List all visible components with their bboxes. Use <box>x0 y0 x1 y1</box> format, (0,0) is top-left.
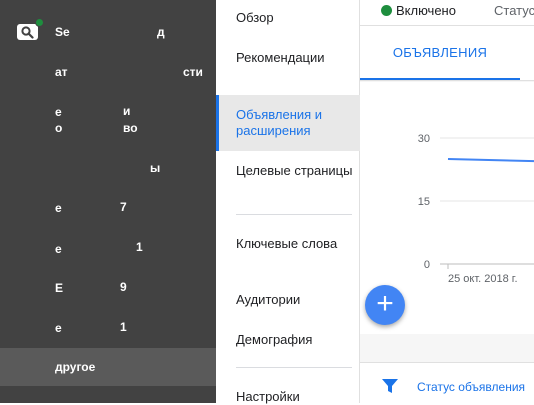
account-item-text: сти <box>183 65 203 79</box>
search-button[interactable] <box>17 18 44 41</box>
account-item-text: Se <box>55 25 70 39</box>
campaign-status-bar: Включено Статус <box>360 0 534 26</box>
tab-ads[interactable]: ОБЪЯВЛЕНИЯ <box>360 26 520 80</box>
line-chart: 30 15 0 25 окт. 2018 г. <box>418 133 534 285</box>
x-tick-label: 25 окт. 2018 г. <box>448 273 518 285</box>
y-tick-label: 0 <box>424 259 430 271</box>
filter-bar: Статус объявления <box>360 362 534 404</box>
account-item-text: е <box>55 242 62 256</box>
series-line <box>447 158 534 163</box>
nav-item-ads-extensions[interactable]: Объявления и расширения <box>216 95 360 151</box>
nav-divider <box>236 214 352 215</box>
page-menu: Обзор Рекомендации Объявления и расширен… <box>216 0 360 404</box>
nav-item-audiences[interactable]: Аудитории <box>216 292 360 308</box>
account-item-selected[interactable]: другое <box>0 348 216 386</box>
account-item-text: 1 <box>136 240 143 254</box>
nav-item-overview[interactable]: Обзор <box>216 10 360 26</box>
tabs-bar: ОБЪЯВЛЕНИЯ <box>360 26 534 81</box>
y-tick-label: 30 <box>418 133 430 145</box>
account-item-text: 7 <box>120 200 127 214</box>
account-item-text: ат <box>55 65 68 79</box>
y-tick-label: 15 <box>418 196 430 208</box>
status-enabled-label[interactable]: Включено <box>396 3 456 18</box>
account-item-text: и <box>123 104 131 118</box>
account-item-text: е <box>55 321 62 335</box>
account-item-text: е <box>55 201 62 215</box>
nav-item-landing-pages[interactable]: Целевые страницы <box>216 163 360 179</box>
nav-item-demographics[interactable]: Демография <box>216 332 360 348</box>
add-button[interactable]: + <box>365 285 405 325</box>
status-type-label: Статус <box>494 3 534 18</box>
tab-active-indicator <box>360 78 520 80</box>
account-item-text: д <box>157 25 165 39</box>
nav-divider <box>236 367 352 368</box>
account-item-text: во <box>123 121 138 135</box>
account-item-text: 1 <box>120 320 127 334</box>
filter-status-chip[interactable]: Статус объявления <box>417 380 525 394</box>
add-icon: + <box>376 287 394 320</box>
filter-icon[interactable] <box>382 379 398 393</box>
account-item-text: ы <box>150 161 161 175</box>
nav-item-recommendations[interactable]: Рекомендации <box>216 50 360 66</box>
account-item-text: о <box>55 121 63 135</box>
search-icon <box>21 26 34 39</box>
tab-ads-label: ОБЪЯВЛЕНИЯ <box>392 45 488 60</box>
enabled-status-dot <box>381 5 392 16</box>
account-item-text: е <box>55 105 62 119</box>
account-side-panel: Se д ат сти и е о во ы е 7 е 1 Е 9 е 1 другое <box>0 0 216 403</box>
main-content: Включено Статус ОБЪЯВЛЕНИЯ 30 15 0 25 окт. … <box>360 0 534 404</box>
nav-item-keywords[interactable]: Ключевые слова <box>216 236 360 252</box>
status-dot <box>35 18 44 27</box>
account-item-label: другое <box>55 360 96 374</box>
account-item-text: Е <box>55 281 64 295</box>
account-item-text: 9 <box>120 280 127 294</box>
